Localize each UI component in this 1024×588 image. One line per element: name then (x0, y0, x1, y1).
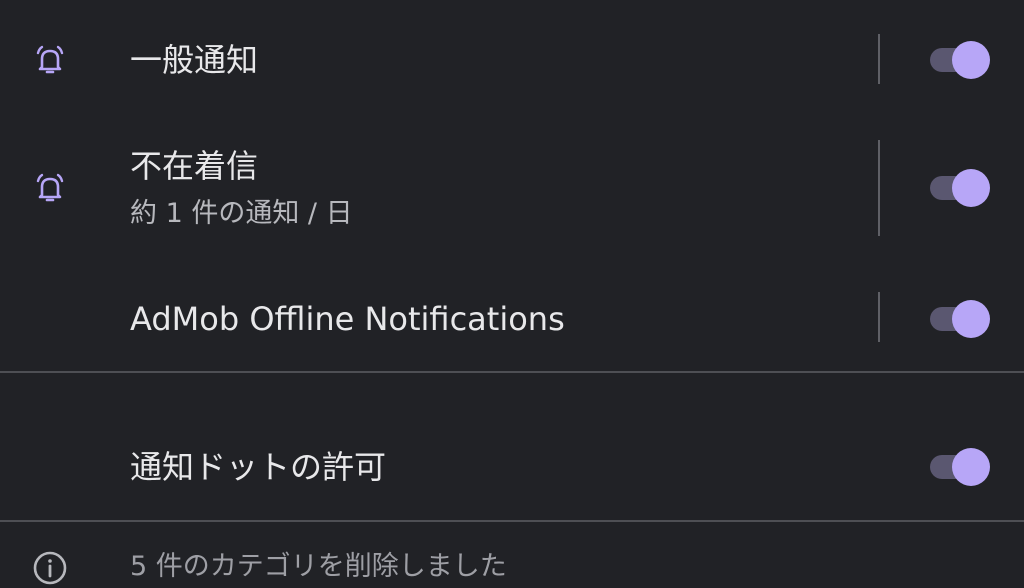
toggle-thumb (952, 169, 990, 207)
notification-dot-row[interactable]: 通知ドットの許可 (0, 430, 1024, 510)
channel-title: AdMob Offline Notifications (130, 300, 565, 338)
bell-ring-icon (36, 173, 64, 202)
toggle-thumb (952, 41, 990, 79)
channel-title: 一般通知 (130, 41, 259, 79)
section-divider (0, 520, 1024, 522)
channel-frequency: 約 1 件の通知 / 日 (130, 198, 353, 229)
channel-row-admob[interactable]: AdMob Offline Notifications (0, 280, 1024, 360)
vertical-divider (878, 140, 880, 236)
toggle-thumb (952, 300, 990, 338)
vertical-divider (878, 34, 880, 84)
channel-toggle-admob[interactable] (930, 299, 990, 339)
channel-toggle-missed-call[interactable] (930, 168, 990, 208)
info-icon (33, 551, 67, 585)
notification-dot-toggle[interactable] (930, 447, 990, 487)
channel-row-missed-call[interactable]: 不在着信 約 1 件の通知 / 日 (0, 140, 1024, 240)
deleted-categories-row: 5 件のカテゴリを削除しました (0, 546, 1024, 586)
deleted-categories-text: 5 件のカテゴリを削除しました (130, 551, 507, 582)
toggle-thumb (952, 448, 990, 486)
channel-title: 不在着信 (130, 147, 259, 185)
bell-ring-icon (36, 45, 64, 74)
channel-row-general[interactable]: 一般通知 (0, 20, 1024, 100)
vertical-divider (878, 292, 880, 342)
notification-dot-title: 通知ドットの許可 (130, 448, 387, 486)
channel-toggle-general[interactable] (930, 40, 990, 80)
section-divider (0, 371, 1024, 373)
